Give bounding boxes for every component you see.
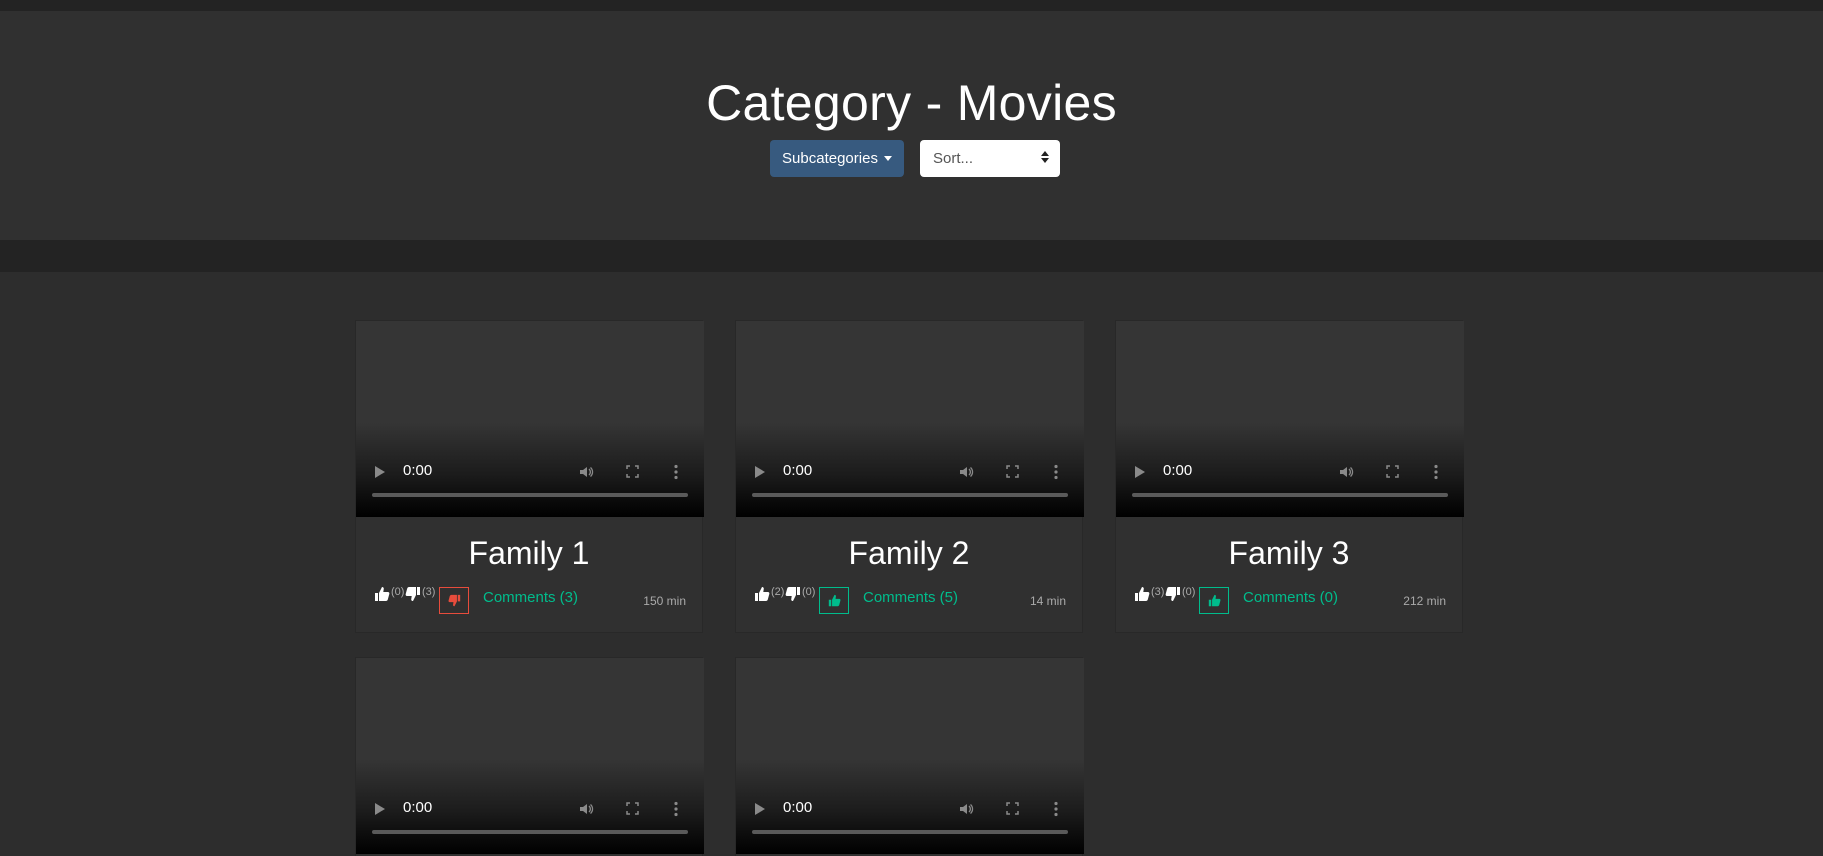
subcategories-dropdown-button[interactable]: Subcategories	[770, 140, 904, 177]
video-time: 0:00	[1163, 462, 1193, 479]
card-title: Family 3	[1228, 535, 1350, 571]
user-vote-button[interactable]	[439, 587, 469, 614]
card-title: Family 2	[848, 535, 970, 571]
like-count-text: (2)	[771, 586, 785, 598]
card-meta: (3) (0) Comments (0) 212 min	[1134, 583, 1446, 614]
more-options-icon[interactable]	[674, 801, 678, 817]
video-player[interactable]: 0:00	[356, 321, 704, 517]
video-card: 0:00 Family 2 (2) (0) Comments (5) 14 mi…	[735, 320, 1084, 633]
thumbs-up-icon	[375, 587, 390, 601]
video-player[interactable]: 0:00	[736, 658, 1084, 854]
video-player[interactable]: 0:00	[356, 658, 704, 854]
thumbs-up-icon	[828, 594, 840, 607]
fullscreen-icon[interactable]	[1386, 465, 1399, 478]
video-progress-bar[interactable]	[372, 493, 688, 497]
volume-icon[interactable]	[958, 464, 974, 480]
page-header: Category - Movies Subcategories Sort...	[0, 11, 1823, 240]
dislike-count-text: (3)	[422, 586, 436, 598]
like-count[interactable]: (3)	[1134, 586, 1164, 602]
like-count-text: (0)	[391, 586, 405, 598]
user-vote-button[interactable]	[1199, 587, 1229, 614]
video-duration: 212 min	[1403, 594, 1446, 608]
fullscreen-icon[interactable]	[626, 802, 639, 815]
thumbs-down-icon	[405, 587, 420, 601]
play-icon[interactable]	[375, 803, 385, 815]
dislike-count[interactable]: (3)	[405, 586, 435, 602]
video-time: 0:00	[403, 462, 433, 479]
dislike-count[interactable]: (0)	[1165, 586, 1195, 602]
comments-link[interactable]: Comments (0)	[1243, 589, 1338, 606]
like-count[interactable]: (2)	[754, 586, 784, 602]
more-options-icon[interactable]	[674, 464, 678, 480]
thumbs-down-icon	[448, 594, 460, 607]
page-title: Category - Movies	[706, 75, 1117, 131]
comments-link[interactable]: Comments (3)	[483, 589, 578, 606]
more-options-icon[interactable]	[1434, 464, 1438, 480]
fullscreen-icon[interactable]	[626, 465, 639, 478]
volume-icon[interactable]	[578, 801, 594, 817]
video-time: 0:00	[783, 799, 813, 816]
fullscreen-icon[interactable]	[1006, 465, 1019, 478]
sort-select[interactable]: Sort...	[920, 140, 1060, 177]
sort-arrows-icon	[1041, 151, 1049, 165]
volume-icon[interactable]	[958, 801, 974, 817]
play-icon[interactable]	[1135, 466, 1145, 478]
video-duration: 150 min	[643, 594, 686, 608]
video-card: 0:00	[735, 657, 1084, 856]
video-progress-bar[interactable]	[752, 493, 1068, 497]
thumbs-up-icon	[1135, 587, 1150, 601]
thumbs-up-icon	[755, 587, 770, 601]
more-options-icon[interactable]	[1054, 801, 1058, 817]
top-bar	[0, 0, 1823, 11]
card-title: Family 1	[468, 535, 590, 571]
video-progress-bar[interactable]	[372, 830, 688, 834]
thumbs-down-icon	[785, 587, 800, 601]
video-player[interactable]: 0:00	[1116, 321, 1464, 517]
thumbs-up-icon	[1208, 594, 1220, 607]
video-card: 0:00 Family 3 (3) (0) Comments (0) 212 m…	[1115, 320, 1464, 633]
dislike-count-text: (0)	[802, 586, 816, 598]
video-duration: 14 min	[1029, 594, 1066, 608]
video-card: 0:00 Family 1 (0) (3) Comments (3) 150 m…	[355, 320, 704, 633]
user-vote-button[interactable]	[819, 587, 849, 614]
card-body: Family 3 (3) (0) Comments (0) 212 min	[1116, 517, 1462, 632]
caret-down-icon	[883, 156, 892, 161]
like-count-text: (3)	[1151, 586, 1165, 598]
card-meta: (0) (3) Comments (3) 150 min	[374, 583, 686, 614]
like-count[interactable]: (0)	[374, 586, 404, 602]
fullscreen-icon[interactable]	[1006, 802, 1019, 815]
sort-placeholder: Sort...	[933, 150, 974, 167]
play-icon[interactable]	[755, 803, 765, 815]
section-divider	[0, 240, 1823, 272]
dislike-count[interactable]: (0)	[785, 586, 815, 602]
volume-icon[interactable]	[1338, 464, 1354, 480]
card-body: Family 1 (0) (3) Comments (3) 150 min	[356, 517, 702, 632]
dislike-count-text: (0)	[1182, 586, 1196, 598]
card-meta: (2) (0) Comments (5) 14 min	[754, 583, 1066, 614]
subcategories-label: Subcategories	[782, 150, 878, 167]
video-time: 0:00	[783, 462, 813, 479]
video-card: 0:00	[355, 657, 704, 856]
comments-link[interactable]: Comments (5)	[863, 589, 958, 606]
video-player[interactable]: 0:00	[736, 321, 1084, 517]
volume-icon[interactable]	[578, 464, 594, 480]
video-progress-bar[interactable]	[1132, 493, 1448, 497]
thumbs-down-icon	[1165, 587, 1180, 601]
card-body: Family 2 (2) (0) Comments (5) 14 min	[736, 517, 1082, 632]
video-progress-bar[interactable]	[752, 830, 1068, 834]
more-options-icon[interactable]	[1054, 464, 1058, 480]
play-icon[interactable]	[755, 466, 765, 478]
video-time: 0:00	[403, 799, 433, 816]
play-icon[interactable]	[375, 466, 385, 478]
